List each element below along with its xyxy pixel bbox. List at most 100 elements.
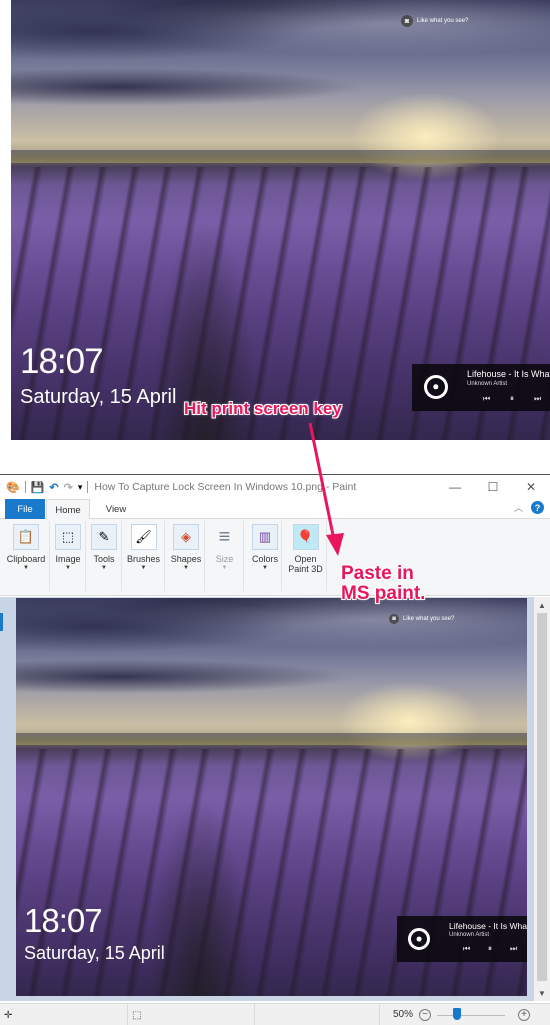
- chevron-down-icon: ▼: [221, 565, 228, 571]
- vertical-scrollbar[interactable]: ▲ ▼: [534, 597, 550, 1001]
- next-track-icon: ⏭: [510, 944, 518, 953]
- media-title: Lifehouse - It Is What It Is: [467, 369, 550, 379]
- quick-access-toolbar: 🎨 💾 ↶ ↷ ▾: [0, 481, 89, 494]
- status-bar: ✛ ⬚ 50% − +: [0, 1003, 550, 1025]
- group-shapes[interactable]: ◈ Shapes ▼: [168, 521, 205, 591]
- scroll-down-icon[interactable]: ▼: [534, 985, 550, 1001]
- spotlight-notice: ◙ Like what you see?: [401, 15, 468, 27]
- ribbon-right-controls: ︿ ?: [514, 501, 544, 514]
- pasted-lock-screen-image: ◙ Like what you see? 18:07 Saturday, 15 …: [16, 598, 527, 996]
- media-title: Lifehouse - It Is What It Is: [449, 921, 527, 931]
- group-brushes[interactable]: 🖌 Brushes ▼: [123, 521, 165, 591]
- tab-view[interactable]: View: [96, 499, 136, 519]
- help-icon[interactable]: ?: [531, 501, 544, 514]
- save-icon[interactable]: 💾: [31, 481, 45, 494]
- annotation-paste-line2: MS paint.: [341, 582, 426, 604]
- media-artist: Unknown Artist: [467, 381, 508, 387]
- next-track-icon[interactable]: ⏭: [534, 394, 541, 404]
- title-bar: 🎨 💾 ↶ ↷ ▾ How To Capture Lock Screen In …: [0, 475, 550, 499]
- cursor-position-cell: ✛: [0, 1004, 128, 1025]
- camera-icon: ◙: [401, 15, 413, 27]
- previous-track-icon: ⏮: [463, 944, 471, 953]
- colors-icon: ▥: [252, 524, 278, 550]
- scroll-thumb[interactable]: [537, 613, 547, 981]
- group-label: Tools: [93, 554, 115, 564]
- group-paint3d[interactable]: 🎈 Open Paint 3D: [285, 521, 327, 591]
- spotlight-notice-text: Like what you see?: [403, 616, 455, 622]
- move-cursor-icon: ✛: [4, 1009, 13, 1021]
- group-label: Image: [55, 554, 81, 564]
- zoom-level: 50%: [393, 1009, 414, 1020]
- chevron-down-icon: ▼: [101, 565, 107, 571]
- annotation-print-screen: Hit print screen key: [184, 399, 342, 418]
- pause-icon: ⏸: [488, 944, 492, 953]
- media-artist: Unknown Artist: [449, 932, 490, 938]
- select-icon: ⬚: [55, 524, 81, 550]
- lock-clock: 18:07: [24, 902, 103, 939]
- spotlight-notice-text: Like what you see?: [417, 18, 469, 24]
- annotation-paste: Paste in MS paint.: [341, 564, 425, 604]
- tab-file[interactable]: File: [5, 499, 45, 519]
- group-clipboard[interactable]: 📋 Clipboard ▼: [3, 521, 50, 591]
- close-button[interactable]: ✕: [512, 475, 550, 499]
- tools-icon: ✎: [91, 524, 117, 550]
- chevron-down-icon: ▼: [140, 565, 147, 571]
- chevron-down-icon: ▼: [23, 565, 29, 571]
- ribbon: 📋 Clipboard ▼ ⬚ Image ▼ ✎ Tools ▼ 🖌 Brus…: [0, 519, 550, 596]
- tab-home[interactable]: Home: [46, 499, 90, 520]
- window-title: How To Capture Lock Screen In Windows 10…: [94, 481, 357, 493]
- separator: [87, 481, 89, 493]
- redo-icon[interactable]: ↷: [64, 481, 73, 494]
- window-controls: — ☐ ✕: [436, 475, 550, 499]
- selection-size-cell: ⬚: [128, 1004, 255, 1025]
- ribbon-tabs: File Home View: [0, 499, 550, 520]
- shapes-icon: ◈: [173, 524, 199, 550]
- horizon-hills: [16, 733, 527, 746]
- lock-date: Saturday, 15 April: [24, 943, 165, 963]
- group-label: Brushes: [126, 554, 161, 564]
- group-label: Size: [215, 554, 234, 564]
- group-label: Open Paint 3D: [288, 554, 323, 574]
- undo-icon[interactable]: ↶: [49, 481, 58, 494]
- minimize-button[interactable]: —: [436, 475, 474, 499]
- window-edge-indicator: [0, 613, 3, 631]
- clipboard-icon: 📋: [13, 524, 39, 550]
- zoom-slider[interactable]: [437, 1015, 505, 1016]
- maximize-button[interactable]: ☐: [474, 475, 512, 499]
- groove-music-icon: [408, 928, 430, 950]
- horizon-hills: [11, 149, 550, 163]
- group-colors[interactable]: ▥ Colors ▼: [249, 521, 282, 591]
- customize-toolbar-icon[interactable]: ▾: [78, 482, 83, 493]
- lock-date: Saturday, 15 April: [20, 386, 177, 408]
- media-widget: Lifehouse - It Is What It Is Unknown Art…: [397, 916, 527, 962]
- lock-clock: 18:07: [20, 342, 104, 381]
- group-label: Colors: [251, 554, 278, 564]
- image-size-cell: [255, 1004, 380, 1025]
- group-label: Shapes: [170, 554, 202, 564]
- chevron-down-icon: ▼: [65, 565, 71, 571]
- selection-icon: ⬚: [132, 1009, 142, 1021]
- previous-track-icon[interactable]: ⏮: [483, 394, 490, 404]
- size-icon: ≡: [218, 525, 231, 548]
- groove-music-icon: [424, 375, 448, 399]
- spotlight-notice: ◙ Like what you see?: [389, 614, 454, 624]
- camera-icon: ◙: [389, 614, 399, 624]
- chevron-down-icon: ▼: [262, 565, 268, 571]
- scroll-up-icon[interactable]: ▲: [534, 597, 550, 613]
- brush-icon: 🖌: [130, 524, 157, 550]
- zoom-slider-thumb[interactable]: [453, 1008, 462, 1020]
- zoom-out-button[interactable]: −: [419, 1009, 431, 1021]
- pause-icon[interactable]: ⏸: [510, 394, 514, 404]
- separator: [24, 481, 26, 493]
- group-label: Clipboard: [6, 554, 46, 564]
- paint-3d-icon: 🎈: [292, 524, 319, 550]
- sky-clouds: [11, 0, 550, 159]
- paint-app-icon[interactable]: 🎨: [6, 481, 20, 494]
- collapse-ribbon-icon[interactable]: ︿: [514, 501, 523, 514]
- chevron-down-icon: ▼: [183, 565, 189, 571]
- lock-screen-image: ◙ Like what you see? 18:07 Saturday, 15 …: [11, 0, 550, 440]
- zoom-in-button[interactable]: +: [518, 1009, 530, 1021]
- group-image[interactable]: ⬚ Image ▼: [51, 521, 86, 591]
- group-tools[interactable]: ✎ Tools ▼: [87, 521, 122, 591]
- group-size: ≡ Size ▼: [206, 521, 244, 591]
